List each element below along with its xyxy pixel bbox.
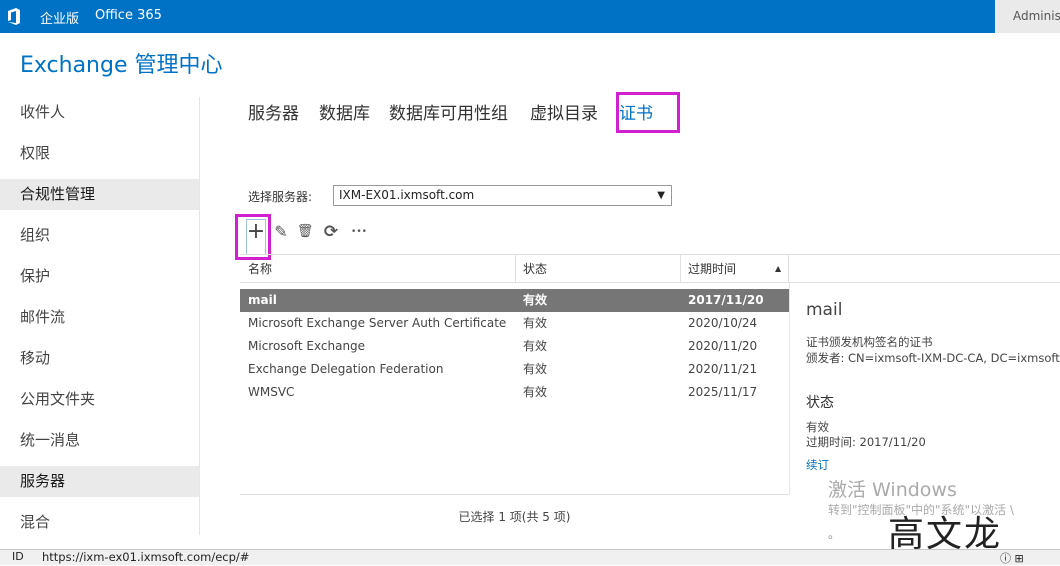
refresh-icon[interactable]: ⟳ [321,222,341,242]
dropdown-arrow-icon: ▼ [657,190,665,201]
activate-windows-title: 激活 Windows [828,479,957,501]
suite-bar: 企业版 Office 365 Adminis [0,0,1060,33]
grid-header: 名称 状态 过期时间 [240,254,1060,283]
server-select-label: 选择服务器: [248,190,313,204]
nav-item-compliance[interactable]: 合规性管理 [0,179,199,210]
nav-item-hybrid[interactable]: 混合 [0,507,199,538]
renew-link[interactable]: 续订 [806,457,829,473]
suite-edition-link[interactable]: 企业版 [40,8,79,27]
cell-status: 有效 [523,385,548,399]
detail-title: mail [806,300,843,320]
nav-item-protection[interactable]: 保护 [0,261,199,292]
cell-name: Exchange Delegation Federation [248,362,444,376]
selection-count: 已选择 1 项(共 5 项) [458,510,571,524]
cell-expires: 2025/11/17 [688,385,758,399]
left-navigation: 收件人 权限 合规性管理 组织 保护 邮件流 移动 公用文件夹 统一消息 服务器… [0,92,199,532]
nav-item-mail-flow[interactable]: 邮件流 [0,302,199,333]
suite-office-link[interactable]: Office 365 [95,8,162,23]
tab-databases[interactable]: 数据库 [319,99,370,124]
tab-servers[interactable]: 服务器 [248,99,299,124]
detail-status-heading: 状态 [806,395,834,411]
status-url: https://ixm-ex01.ixmsoft.com/ecp/# [42,550,250,564]
cell-expires: 2020/11/20 [688,339,758,353]
nav-item-public-folders[interactable]: 公用文件夹 [0,384,199,415]
page-title: Exchange 管理中心 [20,53,223,78]
server-select-value: IXM-EX01.ixmsoft.com [339,188,475,202]
cell-expires: 2020/10/24 [688,316,758,330]
edit-icon[interactable]: ✎ [272,222,290,242]
cell-name: mail [248,293,277,307]
cell-status: 有效 [523,362,548,376]
status-page-icon: ID [12,550,24,563]
more-icon[interactable]: ••• [348,222,370,242]
nav-item-mobile[interactable]: 移动 [0,343,199,374]
cell-name: Microsoft Exchange Server Auth Certifica… [248,316,507,330]
detail-issuer: 颁发者: CN=ixmsoft-IXM-DC-CA, DC=ixmsoft, D [806,351,1060,365]
nav-item-permissions[interactable]: 权限 [0,138,199,169]
detail-divider [789,283,790,495]
nav-item-recipients[interactable]: 收件人 [0,97,199,128]
cell-name: WMSVC [248,385,295,399]
cell-status: 有效 [523,293,548,307]
server-select[interactable]: IXM-EX01.ixmsoft.com ▼ [333,185,672,206]
table-row[interactable]: Exchange Delegation Federation 有效 2020/1… [240,358,789,381]
user-menu[interactable]: Adminis [995,0,1060,33]
nav-divider [199,97,200,535]
nav-item-unified-messaging[interactable]: 统一消息 [0,425,199,456]
grid-footer-divider [240,494,789,495]
column-header-name[interactable]: 名称 [240,255,272,283]
nav-item-servers[interactable]: 服务器 [0,466,199,497]
activate-windows-dot: 。 [828,527,841,541]
tab-virtual-directories[interactable]: 虚拟目录 [530,99,598,124]
cell-status: 有效 [523,339,548,353]
cell-status: 有效 [523,316,548,330]
table-row[interactable]: mail 有效 2017/11/20 [240,289,789,312]
office-logo-icon[interactable] [7,8,21,25]
status-tray-icons: ⓘ ⊞ [1000,552,1024,565]
nav-item-organization[interactable]: 组织 [0,220,199,251]
cell-expires: 2020/11/21 [688,362,758,376]
detail-description: 证书颁发机构签名的证书 [806,335,933,349]
delete-icon[interactable]: 🗑 [296,222,314,242]
tab-certificates-highlight [616,92,680,133]
table-row[interactable]: WMSVC 有效 2025/11/17 [240,381,789,404]
column-header-status[interactable]: 状态 [515,255,547,283]
cell-name: Microsoft Exchange [248,339,366,353]
column-header-expires[interactable]: 过期时间 [680,255,736,283]
table-row[interactable]: Microsoft Exchange 有效 2020/11/20 [240,335,789,358]
sort-ascending-icon: ▲ [775,264,782,273]
tab-dag[interactable]: 数据库可用性组 [389,99,508,124]
column-separator [788,255,789,283]
detail-expires: 过期时间: 2017/11/20 [806,435,926,449]
table-row[interactable]: Microsoft Exchange Server Auth Certifica… [240,312,789,335]
cell-expires: 2017/11/20 [688,293,764,307]
detail-status-value: 有效 [806,420,829,434]
